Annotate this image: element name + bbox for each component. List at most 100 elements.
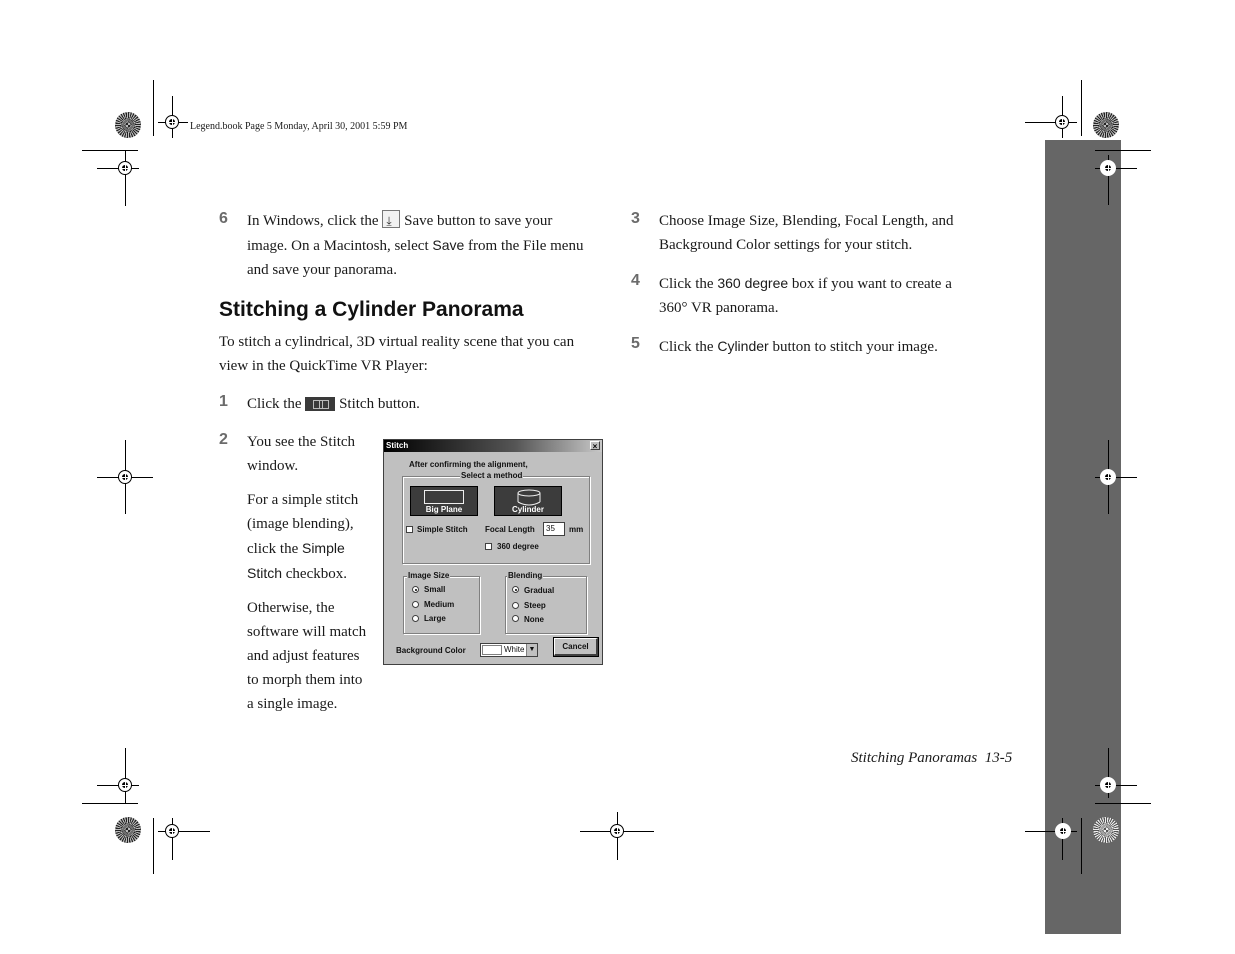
crop-line <box>82 150 138 151</box>
option-large: Large <box>424 614 446 623</box>
print-slug: Legend.book Page 5 Monday, April 30, 200… <box>190 121 408 132</box>
text-run: In Windows, click the <box>247 213 379 229</box>
text-run: software will match <box>247 624 367 640</box>
registration-mark <box>1100 469 1116 485</box>
dialog-title: Stitch <box>386 441 409 450</box>
focal-length-label: Focal Length <box>485 525 535 534</box>
save-icon <box>382 209 401 233</box>
ui-term: Cylinder <box>717 338 769 354</box>
crop-line <box>125 748 126 804</box>
plane-icon <box>424 490 464 504</box>
blending-label: Blending <box>507 571 544 580</box>
text-run: view in the QuickTime VR Player: <box>219 358 428 374</box>
step-1-text: Click the Stitch button. <box>247 392 420 416</box>
registration-mark <box>118 778 132 792</box>
crop-line <box>1081 818 1082 874</box>
step-number: 5 <box>631 335 640 352</box>
background-color-select[interactable]: White ▼ <box>480 643 538 657</box>
page-number: 13-5 <box>984 750 1013 766</box>
ui-term: 360 degree <box>717 275 789 291</box>
big-plane-label: Big Plane <box>425 505 463 514</box>
text-run: Click the <box>659 339 714 355</box>
registration-mark <box>1055 115 1069 129</box>
text-run: from the File menu <box>468 238 584 254</box>
text-run: Save button to save your <box>404 213 553 229</box>
text-run: click the <box>247 541 299 557</box>
text-run: Choose Image Size, Blending, Focal Lengt… <box>659 213 954 229</box>
ui-term: Stitch <box>247 565 283 581</box>
text-run: to morph them into <box>247 672 363 688</box>
option-steep: Steep <box>524 601 546 610</box>
radio-large[interactable] <box>412 615 419 622</box>
registration-mark <box>165 824 179 838</box>
cylinder-button[interactable]: Cylinder <box>494 486 562 516</box>
section-heading: Stitching a Cylinder Panorama <box>219 298 524 321</box>
simple-stitch-label: Simple Stitch <box>417 525 468 534</box>
big-plane-button[interactable]: Big Plane <box>410 486 478 516</box>
crop-line <box>153 818 154 874</box>
cylinder-label: Cylinder <box>511 505 544 514</box>
instruction-text: After confirming the alignment, <box>409 460 528 469</box>
step-2-text: You see the Stitch window. For a simple … <box>247 430 382 716</box>
crop-line <box>1081 80 1082 136</box>
page-footer: Stitching Panoramas 13-5 <box>851 750 1012 767</box>
radio-steep[interactable] <box>512 602 519 609</box>
starburst-mark <box>115 817 141 843</box>
crop-line <box>1095 803 1151 804</box>
text-run: Click the <box>659 276 714 292</box>
registration-mark <box>118 161 132 175</box>
step-number: 4 <box>631 272 640 289</box>
option-gradual: Gradual <box>524 586 555 595</box>
focal-length-input[interactable]: 35 <box>543 522 565 536</box>
text-run: button to stitch your image. <box>772 339 938 355</box>
360-degree-checkbox[interactable] <box>485 543 492 550</box>
step-4-text: Click the 360 degree box if you want to … <box>659 271 1029 320</box>
text-run: checkbox. <box>285 566 347 582</box>
radio-small[interactable] <box>412 586 419 593</box>
chapter-thumb-tab <box>1045 140 1121 934</box>
dropdown-arrow-icon[interactable]: ▼ <box>526 644 537 656</box>
text-run: To stitch a cylindrical, 3D virtual real… <box>219 334 575 350</box>
step-number: 3 <box>631 210 640 227</box>
cancel-button[interactable]: Cancel <box>553 637 599 657</box>
dialog-titlebar: Stitch × <box>384 440 602 452</box>
stitch-dialog: Stitch × After confirming the alignment,… <box>383 439 603 665</box>
registration-mark <box>1055 823 1071 839</box>
radio-medium[interactable] <box>412 601 419 608</box>
text-run: Stitch button. <box>339 396 420 412</box>
selected-color: White <box>504 645 525 654</box>
crop-line <box>1095 150 1151 151</box>
starburst-mark <box>1093 817 1119 843</box>
registration-mark <box>118 470 132 484</box>
running-title: Stitching Panoramas <box>851 750 978 766</box>
simple-stitch-checkbox[interactable] <box>406 526 413 533</box>
step-number: 2 <box>219 431 228 448</box>
text-run: You see the Stitch <box>247 434 356 450</box>
option-medium: Medium <box>424 600 455 609</box>
starburst-mark <box>1093 112 1119 138</box>
stitch-icon <box>305 397 336 411</box>
option-none: None <box>524 615 544 624</box>
text-run: and adjust features <box>247 648 360 664</box>
crop-line <box>125 150 126 206</box>
close-button[interactable]: × <box>590 441 600 451</box>
starburst-mark <box>115 112 141 138</box>
step-3-text: Choose Image Size, Blending, Focal Lengt… <box>659 209 1029 257</box>
step-5-text: Click the Cylinder button to stitch your… <box>659 334 1029 359</box>
text-run: window. <box>247 458 299 474</box>
registration-mark <box>1100 777 1116 793</box>
text-run: (image blending), <box>247 516 354 532</box>
method-group-label: Select a method <box>460 471 524 480</box>
text-run: image. On a Macintosh, select <box>247 238 429 254</box>
text-run: Otherwise, the <box>247 600 335 616</box>
radio-gradual[interactable] <box>512 586 519 593</box>
background-color-label: Background Color <box>396 646 466 655</box>
step-number: 6 <box>219 210 228 227</box>
intro-paragraph: To stitch a cylindrical, 3D virtual real… <box>219 330 609 378</box>
radio-none[interactable] <box>512 615 519 622</box>
360-degree-label: 360 degree <box>497 542 539 551</box>
step-number: 1 <box>219 393 228 410</box>
ui-term: Simple <box>301 540 345 556</box>
step-6-text: In Windows, click the Save button to sav… <box>247 209 617 282</box>
text-run: For a simple stitch <box>247 492 359 508</box>
